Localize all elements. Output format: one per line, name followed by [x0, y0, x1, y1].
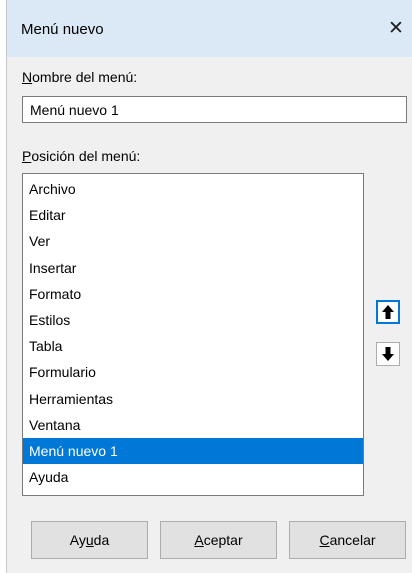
title-bar: Menú nuevo ✕ — [7, 0, 412, 57]
menu-name-input[interactable] — [22, 96, 407, 123]
help-button-label-a: Ay — [69, 532, 86, 548]
menu-position-label-text: osición del menú: — [31, 148, 141, 164]
move-down-button[interactable] — [376, 342, 400, 366]
menu-position-list[interactable]: Archivo Editar Ver Insertar Formato Estilos Ta… — [22, 173, 364, 496]
cancel-button-mnemonic: C — [319, 532, 330, 548]
help-button-mnemonic: u — [85, 532, 94, 548]
cancel-button-label: ancelar — [329, 532, 376, 548]
new-menu-dialog: Menú nuevo ✕ Nombre del menú: Posición d… — [6, 0, 412, 573]
list-item[interactable]: Archivo — [23, 176, 363, 202]
ok-button[interactable]: Aceptar — [160, 521, 277, 559]
help-button[interactable]: Ay u da — [31, 521, 148, 559]
list-item[interactable]: Ayuda — [23, 464, 363, 490]
ok-button-mnemonic: A — [194, 532, 204, 548]
arrow-up-icon — [382, 305, 394, 319]
list-item[interactable]: Ventana — [23, 412, 363, 438]
help-button-label-b: da — [93, 532, 110, 548]
menu-position-label-mnemonic: P — [22, 148, 32, 164]
move-up-button[interactable] — [376, 300, 400, 324]
list-item[interactable]: Tabla — [23, 333, 363, 359]
dialog-title: Menú nuevo — [21, 21, 104, 38]
menu-name-label: Nombre del menú: — [22, 69, 137, 85]
list-item[interactable]: Editar — [23, 202, 363, 228]
menu-name-label-text: ombre del menú: — [32, 69, 138, 85]
list-item[interactable]: Formato — [23, 281, 363, 307]
menu-position-label: Posición del menú: — [22, 148, 140, 164]
list-item[interactable]: Herramientas — [23, 386, 363, 412]
menu-name-label-mnemonic: N — [22, 69, 33, 85]
list-item[interactable]: Insertar — [23, 255, 363, 281]
list-item[interactable]: Estilos — [23, 307, 363, 333]
list-item[interactable]: Formulario — [23, 359, 363, 385]
close-icon[interactable]: ✕ — [385, 18, 407, 40]
arrow-down-icon — [382, 347, 394, 361]
cancel-button[interactable]: Cancelar — [289, 521, 406, 559]
list-item[interactable]: Ver — [23, 228, 363, 254]
list-item[interactable]: Menú nuevo 1 — [23, 437, 363, 465]
ok-button-label: ceptar — [203, 532, 243, 548]
